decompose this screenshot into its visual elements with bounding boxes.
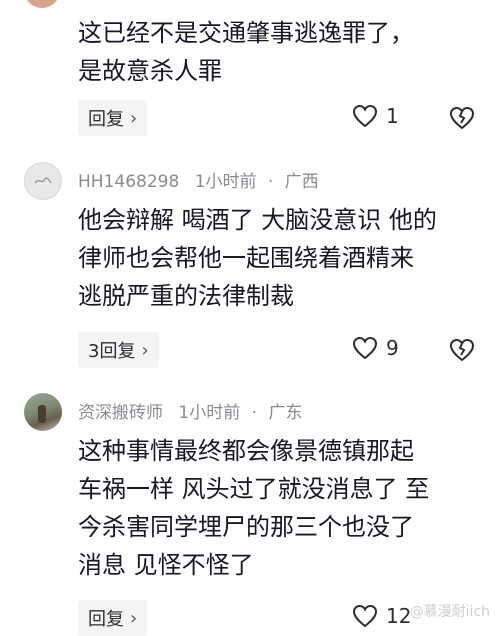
- like-count: 12: [386, 604, 412, 628]
- comment-2-line-2: 律师也会帮他一起围绕着酒精来: [78, 244, 414, 272]
- comment-3-meta: 资深搬砖师 1小时前 · 广东: [78, 398, 302, 423]
- heart-outline-icon[interactable]: [352, 604, 378, 628]
- comment-2-like[interactable]: 9: [352, 336, 399, 360]
- chevron-right-icon: ›: [141, 339, 149, 361]
- comment-2-reply-button[interactable]: 3回复 ›: [78, 332, 159, 368]
- meta-separator: ·: [267, 172, 274, 192]
- broken-heart-icon[interactable]: [449, 106, 475, 130]
- meta-separator: ·: [251, 403, 258, 423]
- like-count: 9: [386, 336, 399, 360]
- comment-2-line-1: 他会辩解 喝酒了 大脑没意识 他的: [78, 206, 437, 234]
- comment-2-text: 他会辩解 喝酒了 大脑没意识 他的 律师也会帮他一起围绕着酒精来 逃脱严重的法律…: [78, 201, 478, 315]
- heart-outline-icon[interactable]: [352, 336, 378, 360]
- reply-label: 3回复: [88, 341, 136, 362]
- timestamp: 1小时前: [194, 172, 257, 192]
- heart-outline-icon[interactable]: [352, 104, 378, 128]
- avatar-figure: [38, 405, 46, 423]
- username[interactable]: HH1468298: [78, 172, 179, 192]
- comment-1-text: 这已经不是交通肇事逃逸罪了， 是故意杀人罪: [78, 14, 478, 90]
- reply-label: 回复: [88, 109, 124, 130]
- comment-3-line-2: 车祸一样 风头过了就没消息了 至: [78, 475, 430, 503]
- username[interactable]: 资深搬砖师: [78, 403, 163, 423]
- comment-3-like[interactable]: 12: [352, 604, 411, 628]
- comment-3-reply-button[interactable]: 回复 ›: [78, 600, 148, 636]
- broken-heart-icon[interactable]: [449, 338, 475, 362]
- watermark: @慕漫耐iich: [409, 604, 490, 620]
- like-count: 1: [386, 104, 399, 128]
- comment-1-reply-button[interactable]: 回复 ›: [78, 100, 148, 136]
- comment-3-line-1: 这种事情最终都会像景德镇那起: [78, 437, 414, 465]
- location: 广西: [284, 172, 319, 192]
- avatar-icon: [34, 177, 52, 184]
- chevron-right-icon: ›: [130, 107, 138, 129]
- comment-3-avatar[interactable]: [24, 393, 62, 431]
- comment-2-line-3: 逃脱严重的法律制裁: [78, 282, 294, 310]
- top-avatar[interactable]: [24, 0, 60, 8]
- comment-2-meta: HH1468298 1小时前 · 广西: [78, 167, 319, 192]
- comment-3-text: 这种事情最终都会像景德镇那起 车祸一样 风头过了就没消息了 至 今杀害同学埋尸的…: [78, 432, 478, 584]
- comment-3-line-3: 今杀害同学埋尸的那三个也没了: [78, 513, 414, 541]
- location: 广东: [268, 403, 303, 423]
- comment-1-line-2: 是故意杀人罪: [78, 57, 222, 85]
- comment-2-avatar[interactable]: [24, 162, 62, 200]
- reply-label: 回复: [88, 609, 124, 630]
- comment-1-like[interactable]: 1: [352, 104, 399, 128]
- comment-1-line-1: 这已经不是交通肇事逃逸罪了，: [78, 19, 414, 47]
- comment-3-line-4: 消息 见怪不怪了: [78, 551, 254, 579]
- chevron-right-icon: ›: [130, 607, 138, 629]
- timestamp: 1小时前: [178, 403, 241, 423]
